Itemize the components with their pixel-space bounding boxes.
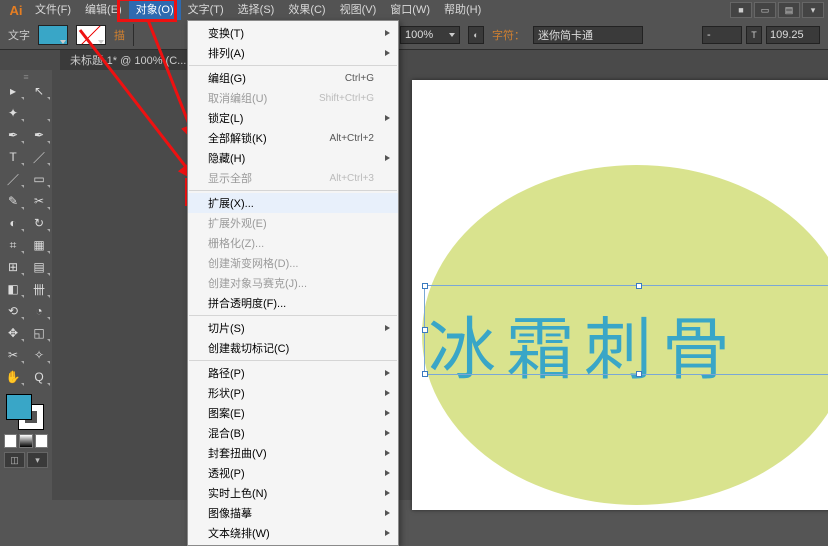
menu-item[interactable]: 文本绕排(W) xyxy=(188,523,398,543)
font-size-icon: T xyxy=(746,26,762,44)
menu-item[interactable]: 编组(G)Ctrl+G xyxy=(188,68,398,88)
tool-button[interactable]: ⊞ xyxy=(0,256,26,278)
menu-file[interactable]: 文件(F) xyxy=(28,0,78,20)
tool-button[interactable]: ✒ xyxy=(26,124,52,146)
menu-item[interactable]: 隐藏(H) xyxy=(188,148,398,168)
workspace-icon-2[interactable]: ▭ xyxy=(754,2,776,18)
screen-mode-row: ◫ ▾ xyxy=(0,450,52,470)
resize-handle[interactable] xyxy=(636,283,642,289)
font-size-field[interactable]: 109.25 xyxy=(766,26,820,44)
tool-button[interactable]: ▦ xyxy=(26,234,52,256)
font-style-dropdown[interactable]: - xyxy=(702,26,742,44)
tool-button[interactable]: ▤ xyxy=(26,256,52,278)
menu-item[interactable]: 全部解锁(K)Alt+Ctrl+2 xyxy=(188,128,398,148)
menu-window[interactable]: 窗口(W) xyxy=(383,0,437,20)
color-mode-color[interactable] xyxy=(4,434,17,448)
tool-button[interactable]: ◧ xyxy=(0,278,26,300)
menu-item: 显示全部Alt+Ctrl+3 xyxy=(188,168,398,188)
color-mode-none[interactable] xyxy=(35,434,48,448)
resize-handle[interactable] xyxy=(422,327,428,333)
menu-item[interactable]: 切片(S) xyxy=(188,318,398,338)
recolor-icon[interactable]: ◐ xyxy=(468,26,484,44)
menu-effect[interactable]: 效果(C) xyxy=(281,0,332,20)
tool-button[interactable]: ◔ xyxy=(26,300,52,322)
tool-button[interactable]: ⟲ xyxy=(0,300,26,322)
menu-item[interactable]: 透视(P) xyxy=(188,463,398,483)
font-label: 字符： xyxy=(492,27,525,43)
tool-button[interactable]: T xyxy=(0,146,26,168)
tool-button[interactable]: ▭ xyxy=(26,168,52,190)
menu-item[interactable]: 排列(A) xyxy=(188,43,398,63)
top-iconbar: ■ ▭ ▤ ▾ xyxy=(730,0,824,20)
color-mode-row xyxy=(0,432,52,450)
tool-button[interactable]: ✥ xyxy=(0,322,26,344)
menu-item[interactable]: 变换(T) xyxy=(188,23,398,43)
toolbox: ▸↖✦✒✒T／／▭✎✂◐↻⌗▦⊞▤◧卌⟲◔✥◱✂✧✋Q ◫ ▾ xyxy=(0,70,52,470)
fill-color[interactable] xyxy=(6,394,32,420)
chevron-down-icon xyxy=(449,33,455,37)
menu-select[interactable]: 选择(S) xyxy=(231,0,282,20)
menu-item[interactable]: 封套扭曲(V) xyxy=(188,443,398,463)
menu-item[interactable]: 图案(E) xyxy=(188,403,398,423)
object-menu-dropdown: 变换(T)排列(A) 编组(G)Ctrl+G取消编组(U)Shift+Ctrl+G… xyxy=(187,20,399,546)
tool-button[interactable]: ↻ xyxy=(26,212,52,234)
fill-swatch[interactable] xyxy=(38,25,68,45)
fill-stroke-swatch[interactable] xyxy=(0,392,52,432)
color-mode-gradient[interactable] xyxy=(19,434,32,448)
menu-view[interactable]: 视图(V) xyxy=(333,0,384,20)
selection-bounding-box[interactable] xyxy=(424,285,828,375)
menu-item[interactable]: 拼合透明度(F)... xyxy=(188,293,398,313)
resize-handle[interactable] xyxy=(636,371,642,377)
menu-item: 创建渐变网格(D)... xyxy=(188,253,398,273)
tool-button[interactable]: ▸ xyxy=(0,80,26,102)
tool-button[interactable]: ✧ xyxy=(26,344,52,366)
menu-item: 扩展外观(E) xyxy=(188,213,398,233)
screen-mode-normal[interactable]: ◫ xyxy=(4,452,25,468)
menu-item[interactable]: 扩展(X)... xyxy=(188,193,398,213)
tool-button[interactable]: ⌗ xyxy=(0,234,26,256)
opacity-field[interactable]: 100% xyxy=(400,26,460,44)
menu-type[interactable]: 文字(T) xyxy=(181,0,231,20)
tool-button[interactable]: Q xyxy=(26,366,52,388)
menu-item[interactable]: 实时上色(N) xyxy=(188,483,398,503)
tool-button[interactable] xyxy=(26,102,52,124)
menu-item[interactable]: 路径(P) xyxy=(188,363,398,383)
annotation-box-menu xyxy=(117,0,177,22)
workspace-icon[interactable]: ■ xyxy=(730,2,752,18)
arrange-icon[interactable]: ▤ xyxy=(778,2,800,18)
tool-label: 文字 xyxy=(8,27,30,43)
tool-button[interactable]: ／ xyxy=(0,168,26,190)
chevron-down-icon xyxy=(60,40,66,44)
tool-button[interactable]: 卌 xyxy=(26,278,52,300)
tool-button[interactable]: ◱ xyxy=(26,322,52,344)
font-family-dropdown[interactable]: 迷你简卡通 xyxy=(533,26,643,44)
tool-button[interactable]: ✋ xyxy=(0,366,26,388)
menu-item[interactable]: 锁定(L) xyxy=(188,108,398,128)
tool-button[interactable]: ✂ xyxy=(26,190,52,212)
app-logo: Ai xyxy=(4,3,28,18)
tool-button[interactable]: ✂ xyxy=(0,344,26,366)
menu-item[interactable]: 创建裁切标记(C) xyxy=(188,338,398,358)
tool-button[interactable]: ✒ xyxy=(0,124,26,146)
menu-item: 创建对象马赛克(J)... xyxy=(188,273,398,293)
tool-button[interactable]: ✦ xyxy=(0,102,26,124)
menu-item[interactable]: 形状(P) xyxy=(188,383,398,403)
tool-button[interactable]: ／ xyxy=(26,146,52,168)
tool-button[interactable]: ↖ xyxy=(26,80,52,102)
menu-item[interactable]: 图像描摹 xyxy=(188,503,398,523)
screen-mode-full[interactable]: ▾ xyxy=(27,452,48,468)
resize-handle[interactable] xyxy=(422,283,428,289)
tool-button[interactable]: ◐ xyxy=(0,212,26,234)
resize-handle[interactable] xyxy=(422,371,428,377)
menu-item[interactable]: 混合(B) xyxy=(188,423,398,443)
search-dropdown[interactable]: ▾ xyxy=(802,2,824,18)
menu-item: 取消编组(U)Shift+Ctrl+G xyxy=(188,88,398,108)
menu-item: 栅格化(Z)... xyxy=(188,233,398,253)
tool-button[interactable]: ✎ xyxy=(0,190,26,212)
menu-help[interactable]: 帮助(H) xyxy=(437,0,488,20)
